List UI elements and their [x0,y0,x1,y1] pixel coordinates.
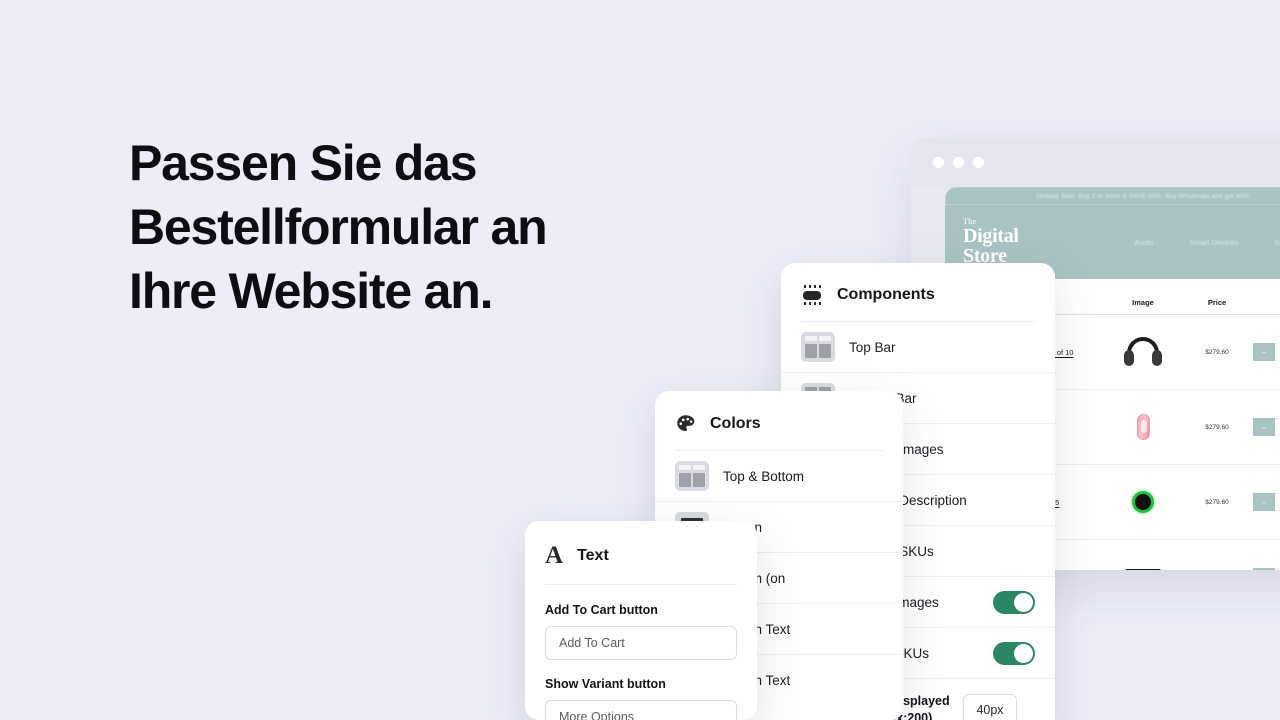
promo-banner: Holiday Sale: Buy 2 or more & SAVE 50%, … [945,187,1280,205]
column-header-price: Price [1207,298,1227,307]
product-price: $279.60 [1205,348,1229,356]
nav-item-0[interactable]: Audio [1134,238,1153,247]
text-panel: A Text Add To Cart button Add To Cart Sh… [525,521,757,720]
quantity-stepper[interactable]: – [1253,418,1280,436]
products-per-page-input[interactable]: 40px [963,694,1017,720]
column-header-image: Image [1132,298,1154,307]
add-to-cart-label: Add To Cart button [545,603,658,617]
quantity-input[interactable] [1275,568,1280,570]
store-logo[interactable]: The Digital Store [963,217,1019,267]
text-panel-title: Text [577,546,609,564]
text-fields: Add To Cart button Add To Cart Show Vari… [525,585,757,720]
add-to-cart-input[interactable]: Add To Cart [545,626,737,660]
headline-line-2: Bestellformular an [129,199,548,255]
quantity-input[interactable] [1275,343,1280,361]
store-nav: Audio Smart Devices Smart Devices [1134,238,1280,247]
nav-item-2[interactable]: Smart Devices [1274,238,1280,247]
variant-images-toggle[interactable] [993,590,1035,614]
column-header-quantity: Qua [1253,298,1280,307]
quantity-decrease-button[interactable]: – [1253,493,1275,511]
window-close-dot[interactable] [933,157,944,168]
colors-panel-header: Colors [655,391,903,450]
quantity-stepper[interactable]: – [1253,568,1280,570]
quantity-stepper[interactable]: – [1253,343,1280,361]
color-label: Top & Bottom [723,468,805,484]
palette-icon [675,413,696,434]
quantity-decrease-button[interactable]: – [1253,568,1275,570]
window-maximize-dot[interactable] [973,157,984,168]
components-panel-title: Components [837,286,935,303]
show-variant-input[interactable]: More Options [545,700,737,720]
product-price: $279.60 [1205,498,1229,506]
colors-panel-title: Colors [710,414,761,432]
store-logo-line1: Digital [963,224,1019,247]
browser-chrome [911,138,1280,187]
component-row-top-bar[interactable]: Top Bar [781,322,1055,373]
headline-line-3: Ihre Website an. [129,263,494,319]
window-minimize-dot[interactable] [953,157,964,168]
portable-speaker-icon [1132,491,1154,513]
product-image-cell [1105,337,1181,367]
quantity-input[interactable] [1275,418,1280,436]
product-image-cell [1105,491,1181,513]
letter-a-icon: A [545,542,564,569]
component-label: Top Bar [849,339,896,355]
text-panel-header: A Text [525,521,757,584]
quantity-stepper[interactable]: – [1253,493,1280,511]
top-bar-thumbnail-icon [801,332,835,362]
headline-line-1: Passen Sie das [129,135,478,191]
top-bottom-thumbnail-icon [675,461,709,491]
quantity-decrease-button[interactable]: – [1253,343,1275,361]
outdoor-speaker-icon [1125,569,1161,570]
chip-icon [801,285,823,305]
product-price: $279.60 [1205,423,1229,431]
page-title: Passen Sie das Bestellformular an Ihre W… [129,131,729,323]
color-row-top-bottom[interactable]: Top & Bottom [655,451,903,502]
variant-skus-toggle[interactable] [993,641,1035,665]
show-variant-label: Show Variant button [545,677,666,691]
smart-band-icon [1136,414,1150,440]
product-image-cell [1105,569,1181,570]
headphones-icon [1124,337,1162,367]
quantity-decrease-button[interactable]: – [1253,418,1275,436]
quantity-input[interactable] [1275,493,1280,511]
nav-item-1[interactable]: Smart Devices [1189,238,1238,247]
product-image-cell [1105,414,1181,440]
components-panel-header: Components [781,263,1055,321]
